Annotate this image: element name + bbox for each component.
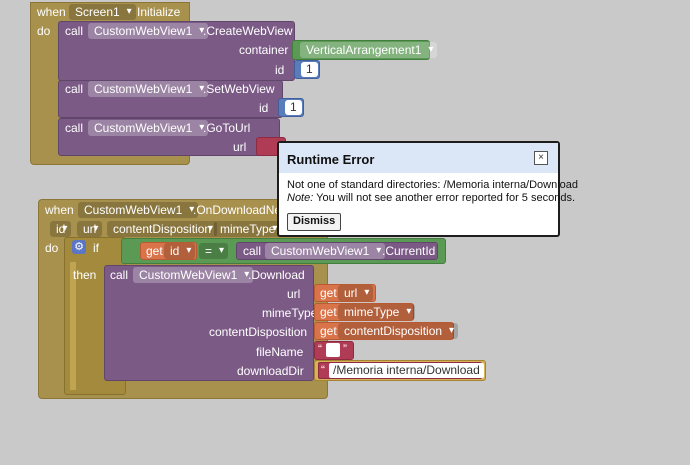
screen1-component-dropdown[interactable]: Screen1 — [69, 4, 136, 20]
close-icon[interactable]: × — [534, 151, 548, 165]
param-url[interactable]: url — [77, 221, 103, 237]
param-id[interactable]: id — [50, 221, 72, 237]
error-note: Note: You will not see another error rep… — [287, 192, 575, 204]
dialog-title: Runtime Error — [287, 152, 375, 167]
quote-open-glyph: “ — [321, 363, 325, 377]
initialize-event-label: Initialize — [137, 5, 181, 19]
custom-webview-event-component-dropdown[interactable]: CustomWebView1 — [78, 202, 199, 218]
when-label: when — [45, 203, 74, 217]
get-id-dropdown[interactable]: id — [164, 243, 196, 259]
id-param-label: id — [275, 63, 285, 77]
download-dir-text-value[interactable]: /Memoria interna/Download — [329, 363, 484, 378]
error-message: Not one of standard directories: /Memori… — [287, 179, 579, 191]
get-label: get — [146, 244, 163, 258]
dialog-header: Runtime Error × — [279, 143, 558, 173]
file-name-text-value[interactable] — [326, 343, 340, 357]
custom-webview-component-dropdown[interactable]: CustomWebView1 — [265, 243, 386, 259]
then-label: then — [73, 268, 97, 282]
number-value-create[interactable]: 1 — [301, 62, 318, 77]
arg-mime-type-label: mimeType — [262, 306, 318, 320]
if-label: if — [93, 241, 99, 255]
note-text: You will not see another error reported … — [313, 192, 576, 204]
param-mime-type[interactable]: mimeType — [214, 221, 282, 237]
call-label: call — [65, 82, 84, 96]
get-mime-type-dropdown[interactable]: mimeType — [338, 304, 416, 320]
get-label: get — [320, 305, 337, 319]
quote-close-glyph: ” — [343, 342, 347, 356]
get-label: get — [320, 286, 337, 300]
custom-webview-component-dropdown[interactable]: CustomWebView1 — [133, 267, 254, 283]
quote-close-glyph: ” — [473, 363, 477, 377]
when-label: when — [37, 5, 66, 19]
mutator-gear-icon[interactable]: ⚙ — [72, 240, 86, 254]
vertical-arrangement-dropdown[interactable]: VerticalArrangement1 — [300, 42, 438, 58]
call-label: call — [243, 244, 262, 258]
custom-webview-component-dropdown[interactable]: CustomWebView1 — [88, 81, 209, 97]
arg-download-dir-label: downloadDir — [237, 364, 304, 378]
number-value-set[interactable]: 1 — [285, 100, 302, 115]
dismiss-button[interactable]: Dismiss — [287, 213, 342, 231]
call-label: call — [110, 268, 129, 282]
get-label: get — [320, 324, 337, 338]
get-content-disposition-dropdown[interactable]: contentDisposition — [338, 323, 459, 339]
runtime-error-dialog: Runtime Error × Not one of standard dire… — [277, 141, 578, 237]
id-param-label: id — [259, 101, 269, 115]
custom-webview-component-dropdown[interactable]: CustomWebView1 — [88, 23, 209, 39]
on-download-needed-event-label: .OnDownloadNee — [193, 203, 288, 217]
param-content-disposition[interactable]: contentDisposition — [107, 221, 218, 237]
download-method-label: .Download — [248, 268, 305, 282]
call-label: call — [65, 121, 84, 135]
get-url-dropdown[interactable]: url — [338, 285, 374, 301]
arg-file-name-label: fileName — [256, 345, 304, 359]
set-webview-method-label: .SetWebView — [203, 82, 275, 96]
do-label: do — [45, 241, 59, 255]
url-param-label: url — [233, 140, 247, 154]
container-param-label: container — [239, 43, 289, 57]
go-to-url-method-label: .GoToUrl — [203, 121, 251, 135]
do-label: do — [37, 24, 51, 38]
note-label: Note: — [287, 192, 314, 204]
quote-open-glyph: “ — [318, 342, 322, 356]
equals-operator-dropdown[interactable]: = — [199, 243, 229, 259]
arg-url-label: url — [287, 287, 301, 301]
custom-webview-component-dropdown[interactable]: CustomWebView1 — [88, 120, 209, 136]
current-id-prop-label: .CurrentId — [382, 244, 436, 258]
call-label: call — [65, 24, 84, 38]
arg-content-disposition-label: contentDisposition — [209, 325, 308, 339]
create-webview-method-label: .CreateWebView — [203, 24, 293, 38]
